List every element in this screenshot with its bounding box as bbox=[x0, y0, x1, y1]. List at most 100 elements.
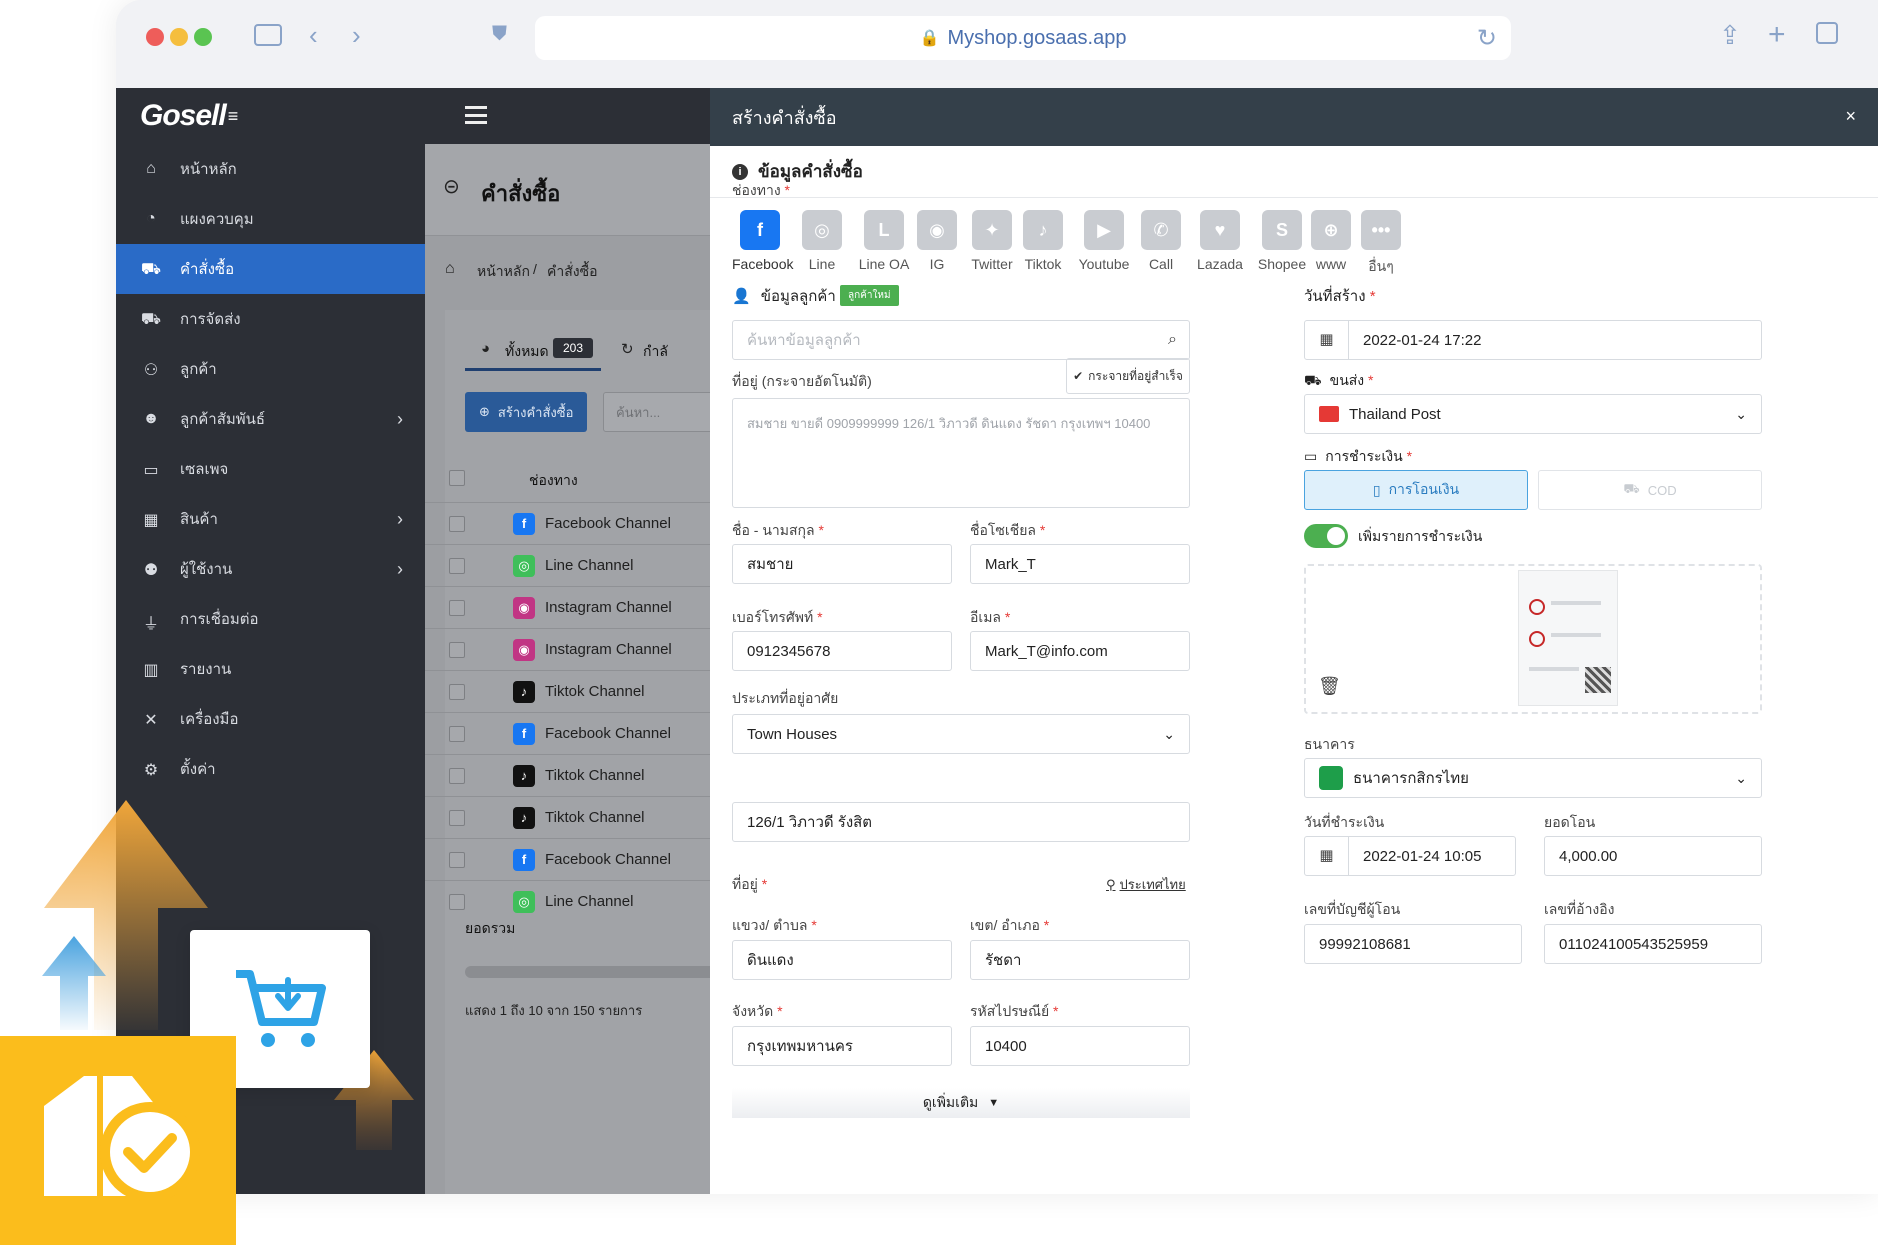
row-checkbox[interactable] bbox=[449, 767, 465, 784]
hamburger-menu-icon[interactable] bbox=[465, 106, 487, 124]
sender-account-input[interactable]: 99992108681 bbox=[1304, 924, 1522, 964]
reference-input[interactable]: 011024100543525959 bbox=[1544, 924, 1762, 964]
trash-icon[interactable]: 🗑 bbox=[1318, 676, 1341, 697]
channel-ig[interactable]: ◉ IG bbox=[916, 210, 958, 272]
row-checkbox[interactable] bbox=[449, 557, 465, 574]
social-name-input[interactable]: Mark_T bbox=[970, 544, 1190, 584]
postcode-input[interactable]: 10400 bbox=[970, 1026, 1190, 1066]
breadcrumb-home[interactable]: หน้าหลัก bbox=[477, 261, 530, 283]
show-more-button[interactable]: ดูเพิ่มเติม ▼ bbox=[732, 1088, 1190, 1118]
street-address-textarea[interactable]: 126/1 วิภาวดี รังสิต bbox=[732, 802, 1190, 842]
payment-cod-button[interactable]: ⛟ COD bbox=[1538, 470, 1762, 510]
channel-tiktok[interactable]: ♪ Tiktok bbox=[1022, 210, 1064, 272]
add-payment-toggle[interactable] bbox=[1304, 524, 1348, 548]
channel-facebook[interactable]: f Facebook bbox=[732, 210, 793, 272]
channel-other[interactable]: ••• อื่นๆ bbox=[1360, 210, 1402, 278]
channel-www[interactable]: ⊕ www bbox=[1310, 210, 1352, 272]
back-icon[interactable]: ‹ bbox=[309, 22, 318, 48]
channel-twitter[interactable]: ✦ Twitter bbox=[962, 210, 1022, 272]
shipping-select[interactable]: Thailand Post ⌄ bbox=[1304, 394, 1762, 434]
channel-line[interactable]: ◎ Line bbox=[794, 210, 850, 272]
customer-search-input[interactable]: ค้นหาข้อมูลลูกค้า ⌕ bbox=[732, 320, 1190, 360]
channel-shopee[interactable]: S Shopee bbox=[1252, 210, 1312, 272]
table-row[interactable]: ♪ Tiktok Channel bbox=[425, 754, 710, 796]
sidebar-item-settings[interactable]: ⚙ ตั้งค่า bbox=[116, 744, 425, 794]
table-row[interactable]: ◎ Line Channel bbox=[425, 880, 710, 922]
residence-type-select[interactable]: Town Houses ⌄ bbox=[732, 714, 1190, 754]
select-all-checkbox[interactable] bbox=[449, 470, 465, 486]
sidebar-item-tools[interactable]: ✕ เครื่องมือ bbox=[116, 694, 425, 744]
orders-search-input[interactable]: ค้นหา... bbox=[603, 392, 710, 432]
amount-input[interactable]: 4,000.00 bbox=[1544, 836, 1762, 876]
minimize-window-button[interactable] bbox=[170, 28, 188, 46]
row-checkbox[interactable] bbox=[449, 809, 465, 826]
address-bar[interactable]: 🔒 Myshop.gosaas.app ↻ bbox=[535, 16, 1511, 60]
back-arrow-icon[interactable]: ⊝ bbox=[443, 174, 460, 199]
row-checkbox[interactable] bbox=[449, 641, 465, 658]
logo[interactable]: Gosell ≡ bbox=[116, 88, 425, 144]
search-icon[interactable]: ⌕ bbox=[1168, 331, 1177, 349]
channel-call[interactable]: ✆ Call bbox=[1140, 210, 1182, 272]
phone-input[interactable]: 0912345678 bbox=[732, 631, 952, 671]
table-row[interactable]: ◉ Instagram Channel bbox=[425, 586, 710, 628]
table-row[interactable]: f Facebook Channel bbox=[425, 712, 710, 754]
sidebar-item-integrations[interactable]: ⏚ การเชื่อมต่อ bbox=[116, 594, 425, 644]
maximize-window-button[interactable] bbox=[194, 28, 212, 46]
forward-icon[interactable]: › bbox=[352, 22, 361, 48]
share-icon[interactable]: ⇪ bbox=[1719, 22, 1741, 48]
paid-date-input[interactable]: ▦ 2022-01-24 10:05 bbox=[1304, 836, 1516, 876]
row-checkbox[interactable] bbox=[449, 599, 465, 616]
sidebar-item-customers[interactable]: ⚇ ลูกค้า bbox=[116, 344, 425, 394]
row-channel-name: Instagram Channel bbox=[545, 641, 672, 658]
table-row[interactable]: ♪ Tiktok Channel bbox=[425, 796, 710, 838]
payment-transfer-button[interactable]: ▯ การโอนเงิน bbox=[1304, 470, 1528, 510]
row-checkbox[interactable] bbox=[449, 851, 465, 868]
sidebar-item-crm[interactable]: ☻ ลูกค้าสัมพันธ์ › bbox=[116, 394, 425, 444]
auto-address-textarea[interactable]: สมชาย ขายดี 0909999999 126/1 วิภาวดี ดิน… bbox=[732, 398, 1190, 508]
sidebar-item-home[interactable]: ⌂ หน้าหลัก bbox=[116, 144, 425, 194]
reload-icon[interactable]: ↻ bbox=[1477, 24, 1497, 53]
row-checkbox[interactable] bbox=[449, 515, 465, 532]
close-icon[interactable]: × bbox=[1845, 106, 1856, 127]
sidebar-item-salepage[interactable]: ▭ เซลเพจ bbox=[116, 444, 425, 494]
sidebar-item-dashboard[interactable]: ◔ แผงควบคุม bbox=[116, 194, 425, 244]
email-input[interactable]: Mark_T@info.com bbox=[970, 631, 1190, 671]
sidebar-item-orders[interactable]: ⛟ คำสั่งซื้อ bbox=[116, 244, 425, 294]
new-tab-icon[interactable]: + bbox=[1768, 20, 1786, 50]
subdistrict-input[interactable]: ดินแดง bbox=[732, 940, 952, 980]
tiktok-icon: ♪ bbox=[1023, 210, 1063, 250]
channel-lazada[interactable]: ♥ Lazada bbox=[1190, 210, 1250, 272]
name-input[interactable]: สมชาย bbox=[732, 544, 952, 584]
distribute-address-button[interactable]: ✔ กระจายที่อยู่สำเร็จ bbox=[1066, 358, 1190, 394]
created-date-label: วันที่สร้าง * bbox=[1304, 288, 1376, 305]
district-input[interactable]: รัชดา bbox=[970, 940, 1190, 980]
row-checkbox[interactable] bbox=[449, 893, 465, 910]
create-order-button[interactable]: ⊕ สร้างคำสั่งซื้อ bbox=[465, 392, 587, 432]
table-row[interactable]: ◎ Line Channel bbox=[425, 544, 710, 586]
shield-icon[interactable]: ⛊ bbox=[492, 24, 507, 44]
sidebar-item-shipping[interactable]: ⛟ การจัดส่ง bbox=[116, 294, 425, 344]
table-row[interactable]: f Facebook Channel bbox=[425, 502, 710, 544]
tabs-overview-icon[interactable] bbox=[1816, 22, 1838, 44]
created-date-input[interactable]: ▦ 2022-01-24 17:22 bbox=[1304, 320, 1762, 360]
row-checkbox[interactable] bbox=[449, 725, 465, 742]
channel-line-oa[interactable]: L Line OA bbox=[854, 210, 914, 272]
payment-slip-dropzone[interactable]: 🗑 bbox=[1304, 564, 1762, 714]
country-link[interactable]: ⚲ ประเทศไทย bbox=[1106, 874, 1186, 895]
tab-all[interactable]: ทั้งหมด bbox=[505, 341, 549, 363]
table-row[interactable]: ♪ Tiktok Channel bbox=[425, 670, 710, 712]
row-checkbox[interactable] bbox=[449, 683, 465, 700]
table-row[interactable]: f Facebook Channel bbox=[425, 838, 710, 880]
chevron-right-icon: › bbox=[397, 408, 403, 429]
horizontal-scrollbar[interactable] bbox=[465, 966, 710, 978]
sidebar-toggle-icon[interactable] bbox=[254, 24, 282, 46]
channel-youtube[interactable]: ▶ Youtube bbox=[1072, 210, 1136, 272]
close-window-button[interactable] bbox=[146, 28, 164, 46]
sidebar-item-products[interactable]: ▦ สินค้า › bbox=[116, 494, 425, 544]
bank-select[interactable]: ธนาคารกสิกรไทย ⌄ bbox=[1304, 758, 1762, 798]
sidebar-item-users[interactable]: ⚉ ผู้ใช้งาน › bbox=[116, 544, 425, 594]
sidebar-item-reports[interactable]: ▥ รายงาน bbox=[116, 644, 425, 694]
province-input[interactable]: กรุงเทพมหานคร bbox=[732, 1026, 952, 1066]
tab-processing[interactable]: กำลั bbox=[643, 341, 668, 363]
table-row[interactable]: ◉ Instagram Channel bbox=[425, 628, 710, 670]
